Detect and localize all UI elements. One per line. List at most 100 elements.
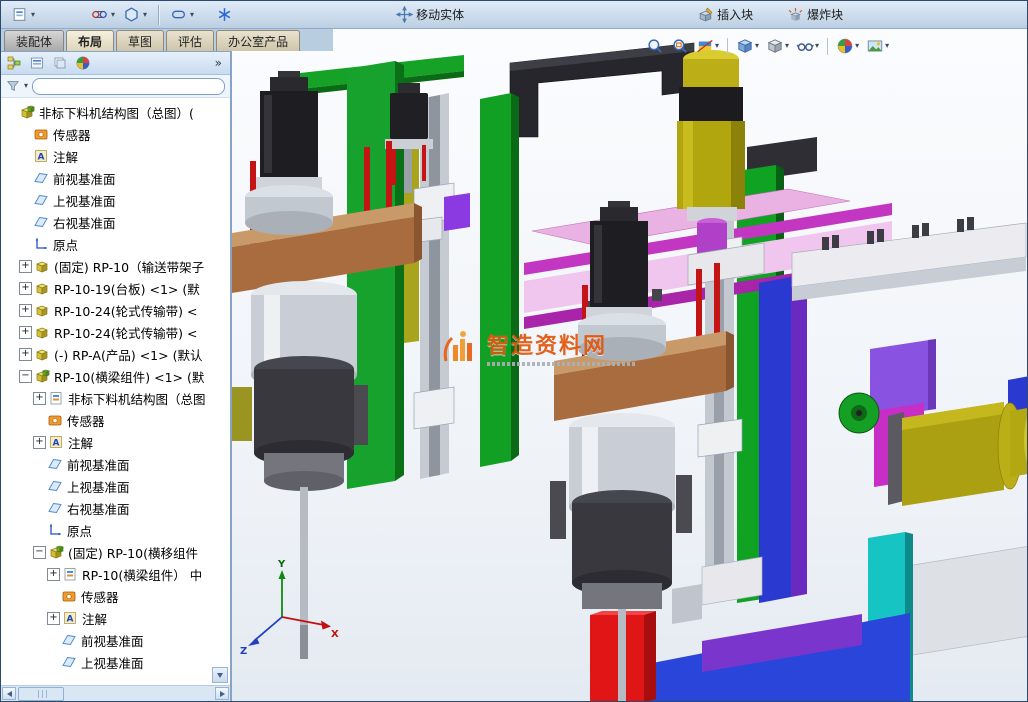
hscroll-right-button[interactable] (215, 687, 229, 700)
dropdown-caret-icon: ▾ (885, 42, 889, 50)
tree-item-label: 上视基准面 (67, 477, 130, 496)
filter-funnel-icon[interactable] (6, 79, 20, 93)
expand-plus-icon[interactable]: + (33, 436, 46, 449)
section-view-button[interactable]: ▾ (694, 36, 721, 56)
plane-icon (33, 214, 50, 230)
tree-item-label: 前视基准面 (53, 169, 116, 188)
apply-scene-button[interactable]: ▾ (864, 36, 891, 56)
tab-assembly[interactable]: 装配体 (4, 30, 64, 51)
dropdown-caret-icon: ▾ (855, 42, 859, 50)
edit-appearance-button[interactable]: ▾ (834, 36, 861, 56)
tree-item[interactable]: +RP-10-19(台板) <1> (默 (1, 277, 230, 299)
tree-item[interactable]: 原点 (1, 519, 230, 541)
triad-z-label: Z (240, 646, 247, 657)
tree-item[interactable]: A注解 (1, 145, 230, 167)
filter-input[interactable] (32, 78, 225, 95)
configurationmanager-tab[interactable] (52, 55, 68, 71)
tree-scroll-down-button[interactable] (212, 667, 228, 683)
tree-item[interactable]: 原点 (1, 233, 230, 255)
tree-item[interactable]: +RP-10-24(轮式传输带) < (1, 321, 230, 343)
cad-model[interactable]: Y X Z (232, 29, 1027, 701)
expand-plus-icon[interactable]: + (19, 282, 32, 295)
tree-item[interactable]: −(固定) RP-10(横移组件 (1, 541, 230, 563)
panel-overflow-chevron[interactable]: » (212, 56, 225, 70)
expander-spacer (19, 194, 31, 206)
featuremanager-tab[interactable] (6, 55, 22, 71)
tree-item[interactable]: 传感器 (1, 123, 230, 145)
displaymanager-tab[interactable] (75, 55, 91, 71)
tree-item[interactable]: +RP-10(横梁组件） 中 (1, 563, 230, 585)
tree-item[interactable]: 传感器 (1, 409, 230, 431)
tab-office-products[interactable]: 办公室产品 (216, 30, 300, 51)
tree-item[interactable]: 右视基准面 (1, 497, 230, 519)
expander-spacer (5, 106, 17, 118)
expand-plus-icon[interactable]: + (19, 260, 32, 273)
tree-item[interactable]: +A注解 (1, 431, 230, 453)
expand-plus-icon[interactable]: + (47, 612, 60, 625)
expander-spacer (33, 480, 45, 492)
expand-plus-icon[interactable]: + (47, 568, 60, 581)
tab-evaluate[interactable]: 评估 (166, 30, 214, 51)
display-style-button[interactable]: ▾ (764, 36, 791, 56)
tree-item-label: 原点 (53, 235, 78, 254)
tree-item[interactable]: 传感器 (1, 585, 230, 607)
tree-item[interactable]: 上视基准面 (1, 475, 230, 497)
hscroll-left-button[interactable] (2, 687, 16, 700)
explode-block-button[interactable]: 爆炸块 (783, 4, 847, 25)
featuremanager-tree-icon (6, 55, 22, 71)
propertymanager-tab[interactable] (29, 55, 45, 71)
tree-item[interactable]: + (固定) RP-10（输送带架子 (1, 255, 230, 277)
tree-item[interactable]: +非标下料机结构图（总图 (1, 387, 230, 409)
hscroll-thumb[interactable] (18, 687, 64, 701)
tree-item[interactable]: 前视基准面 (1, 629, 230, 651)
tree-item[interactable]: +A注解 (1, 607, 230, 629)
insert-block-button[interactable]: 插入块 (693, 4, 757, 25)
expand-plus-icon[interactable]: + (19, 304, 32, 317)
tree-item[interactable]: 上视基准面 (1, 189, 230, 211)
explode-block-label: 爆炸块 (807, 6, 843, 23)
point-button[interactable] (212, 4, 237, 25)
commandmanager-tabs: 装配体 布局 草图 评估 办公室产品 (1, 29, 333, 51)
insert-block-label: 插入块 (717, 6, 753, 23)
tree-item[interactable]: +RP-10-24(轮式传输带) < (1, 299, 230, 321)
expander-spacer (33, 414, 45, 426)
plane-icon (33, 170, 50, 186)
move-entities-label: 移动实体 (416, 6, 464, 23)
zoom-area-button[interactable] (669, 36, 691, 56)
tree-item[interactable]: 前视基准面 (1, 167, 230, 189)
tree-item[interactable]: 前视基准面 (1, 453, 230, 475)
tree-item[interactable]: 右视基准面 (1, 211, 230, 233)
slot-button[interactable]: ▾ (166, 4, 198, 25)
view-orientation-icon (736, 37, 754, 55)
belt-chain-button[interactable]: ▾ (87, 4, 119, 25)
polygon-button[interactable]: ▾ (119, 4, 151, 25)
dropdown-caret-icon[interactable]: ▾ (24, 82, 28, 90)
part-icon (34, 324, 51, 340)
plane-icon (61, 654, 78, 670)
expand-plus-icon[interactable]: + (19, 326, 32, 339)
expander-spacer (19, 128, 31, 140)
move-entities-button[interactable]: 移动实体 (392, 4, 468, 25)
tree-item-label: RP-10(横梁组件) <1> (默 (54, 367, 204, 386)
collapse-minus-icon[interactable]: − (19, 370, 32, 383)
expander-spacer (19, 216, 31, 228)
collapse-minus-icon[interactable]: − (33, 546, 46, 559)
panel-hscrollbar[interactable] (1, 685, 230, 701)
slot-icon (170, 6, 187, 23)
tab-sketch[interactable]: 草图 (116, 30, 164, 51)
tree-item[interactable]: +(-) RP-A(产品) <1> (默认 (1, 343, 230, 365)
flyout-tool-button[interactable]: ▾ (7, 4, 39, 25)
graphics-area[interactable]: Y X Z ▾ ▾ ▾ (232, 29, 1027, 701)
zoom-fit-button[interactable] (644, 36, 666, 56)
move-entities-icon (396, 6, 413, 23)
tree-item[interactable]: − RP-10(横梁组件) <1> (默 (1, 365, 230, 387)
view-orientation-button[interactable]: ▾ (734, 36, 761, 56)
tab-layout[interactable]: 布局 (66, 30, 114, 51)
tree-item[interactable]: 上视基准面 (1, 651, 230, 673)
belt-chain-icon (91, 6, 108, 23)
hide-show-items-button[interactable]: ▾ (794, 36, 821, 56)
tree-item[interactable]: 非标下料机结构图（总图）( (1, 101, 230, 123)
tree-item-label: (固定) RP-10（输送带架子 (54, 257, 204, 276)
expand-plus-icon[interactable]: + (33, 392, 46, 405)
expand-plus-icon[interactable]: + (19, 348, 32, 361)
